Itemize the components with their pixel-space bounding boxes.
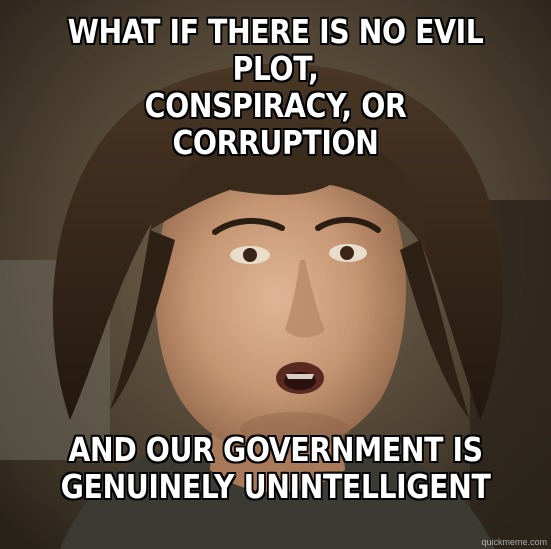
top-caption-line-1: WHAT IF THERE IS NO EVIL PLOT, [67,12,484,88]
bottom-caption-line-1: AND OUR GOVERNMENT IS [68,430,483,469]
top-caption-line-2: CONSPIRACY, OR CORRUPTION [144,85,407,162]
watermark: quickmeme.com [481,537,547,547]
meme-image: WHAT IF THERE IS NO EVIL PLOT, CONSPIRAC… [0,0,551,549]
face [155,168,407,455]
right-eye-iris [340,246,354,260]
bottom-caption: AND OUR GOVERNMENT IS GENUINELY UNINTELL… [47,430,504,506]
bottom-caption-line-2: GENUINELY UNINTELLIGENT [60,466,491,506]
left-eye-iris [243,248,257,262]
lower-teeth [286,374,314,379]
top-caption: WHAT IF THERE IS NO EVIL PLOT, CONSPIRAC… [47,12,504,162]
